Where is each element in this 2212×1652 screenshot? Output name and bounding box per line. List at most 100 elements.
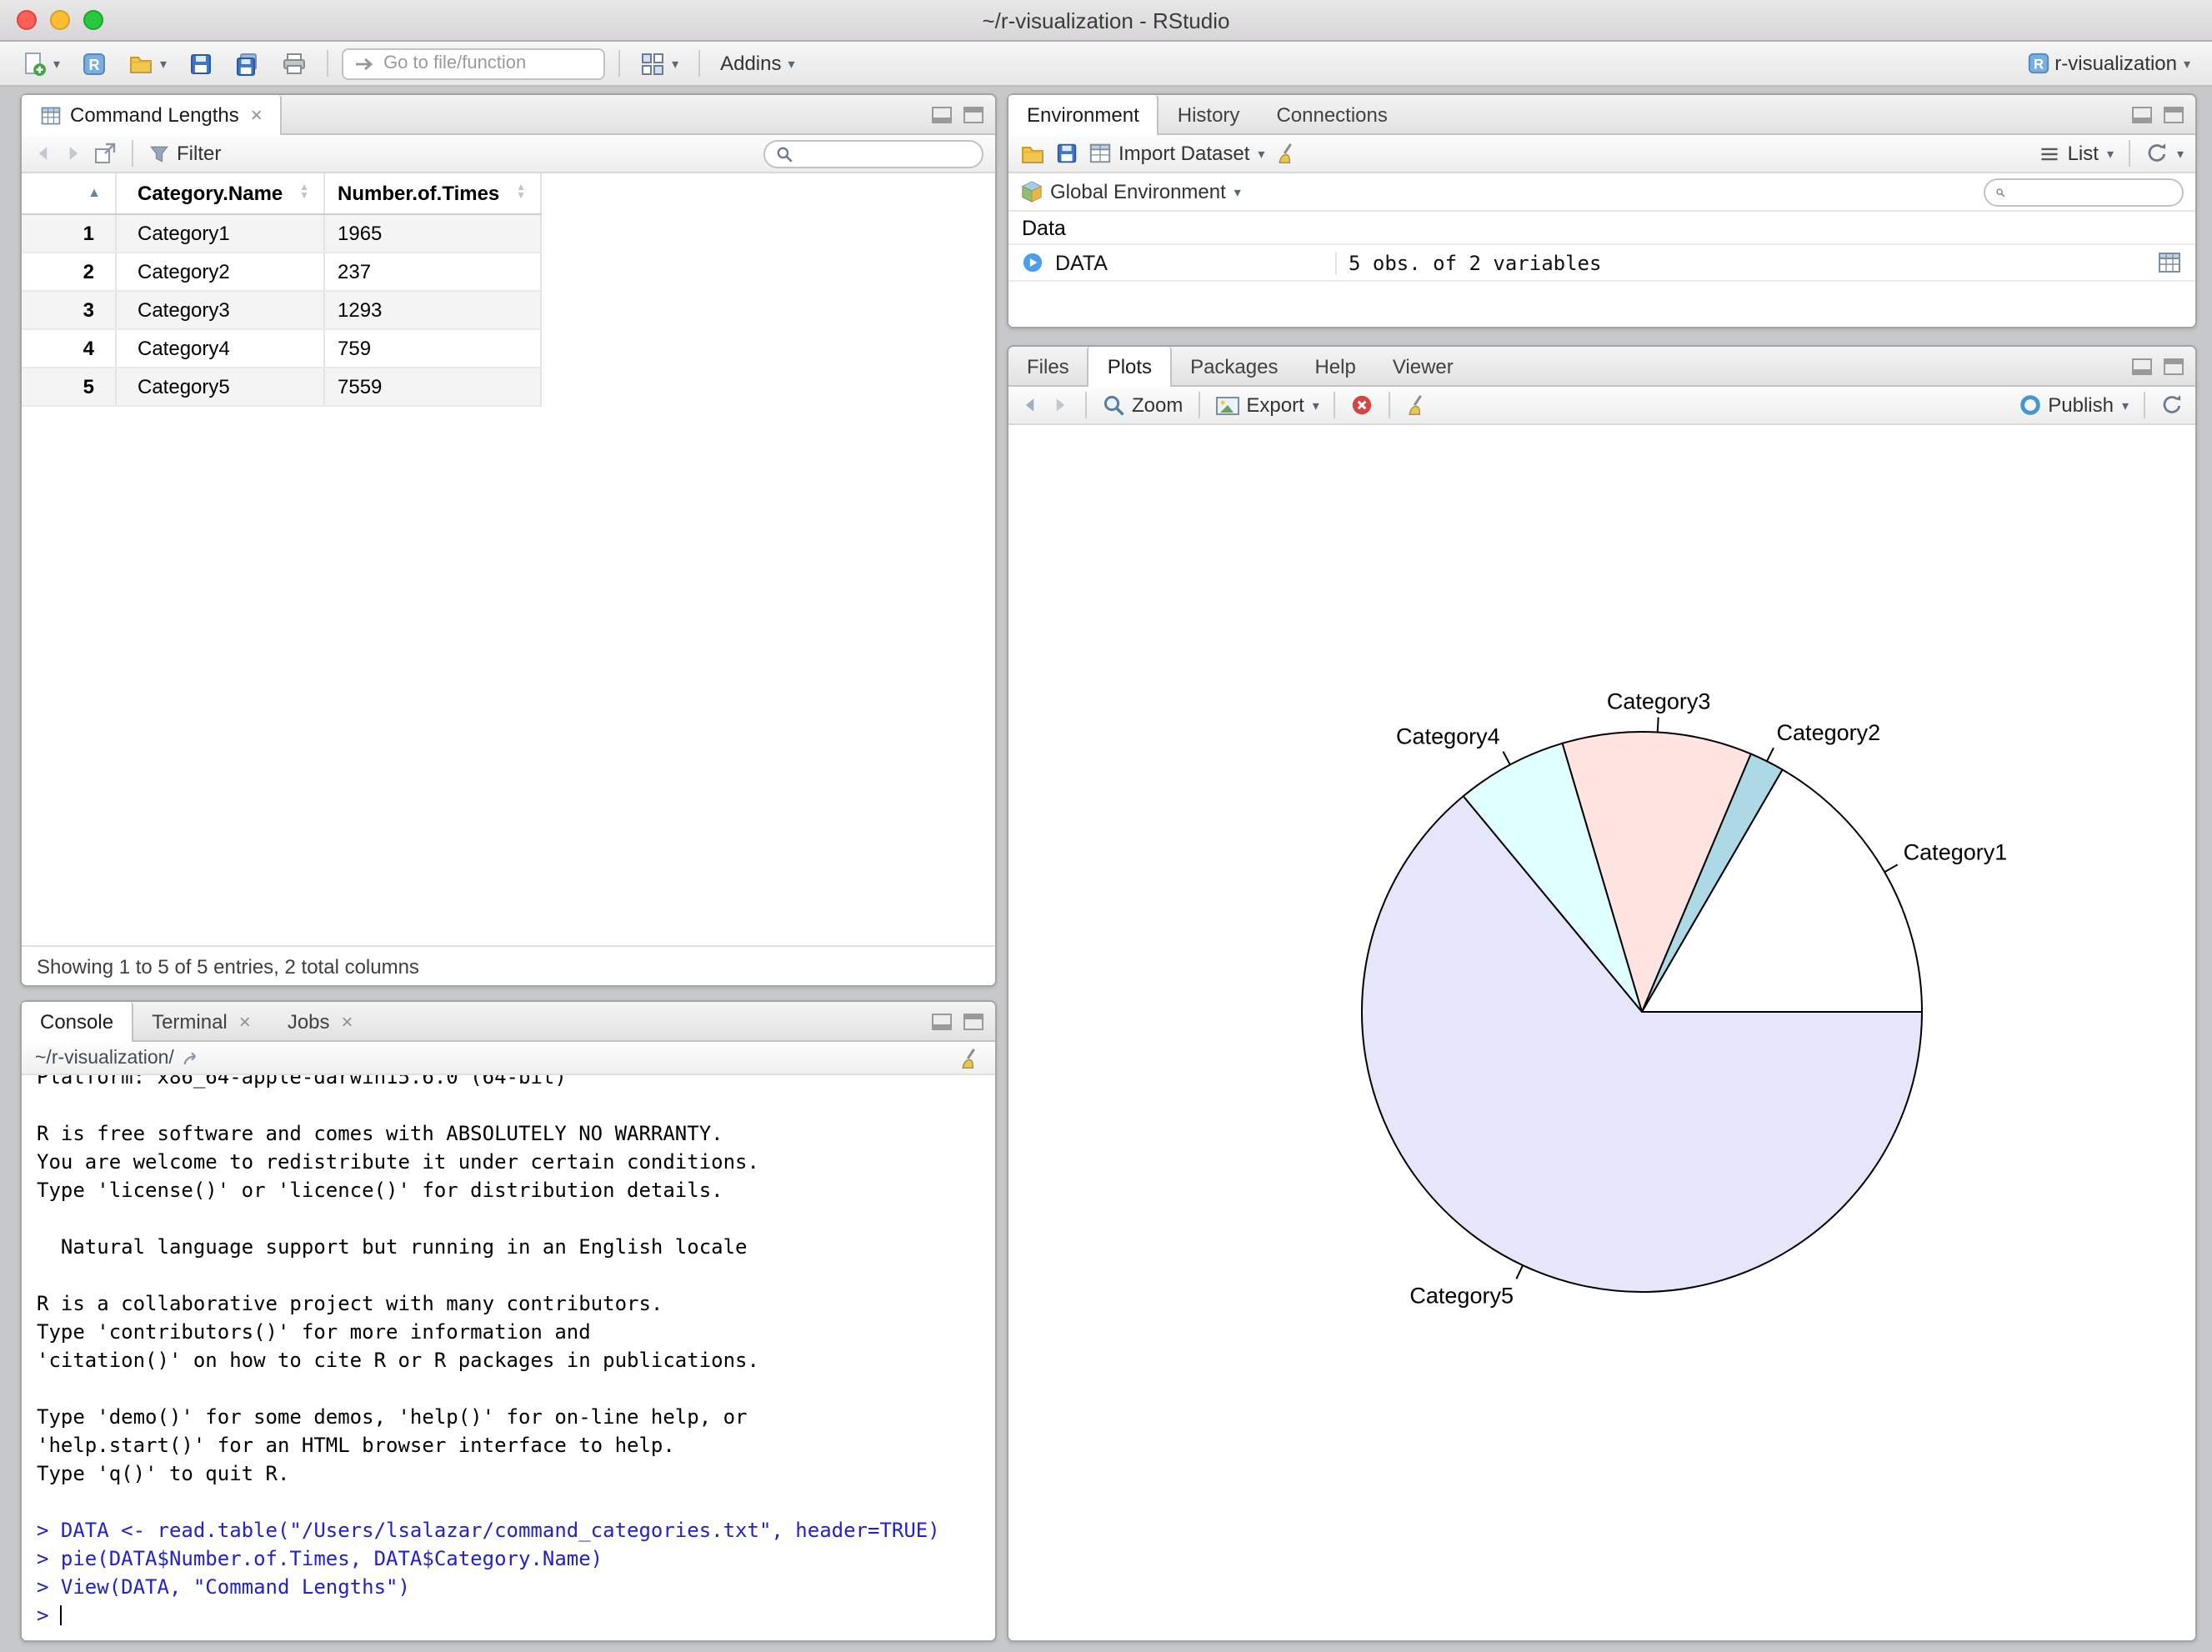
clear-console-button[interactable] [958, 1046, 982, 1069]
pie-label: Category5 [1409, 1284, 1514, 1309]
pie-label-tick [1515, 1264, 1524, 1279]
tab-console[interactable]: Console [22, 1002, 134, 1042]
data-viewer-search-input[interactable] [800, 143, 960, 163]
close-tab-icon[interactable]: × [342, 1011, 353, 1031]
cell-category-name: Category5 [115, 367, 324, 406]
console-tabbar: Console Terminal × Jobs × [22, 1002, 995, 1042]
tab-title: Terminal [152, 1009, 228, 1033]
chevron-down-icon: ▾ [672, 56, 679, 71]
console-output-line: Platform: x86_64-apple-darwin15.6.0 (64-… [37, 1075, 567, 1089]
chevron-down-icon: ▾ [1234, 184, 1241, 199]
tab-environment[interactable]: Environment [1008, 95, 1159, 135]
minimize-pane-button[interactable] [932, 1014, 952, 1030]
pie-label-tick [1884, 864, 1899, 874]
save-all-button[interactable] [228, 48, 267, 79]
tab-jobs[interactable]: Jobs × [269, 1002, 372, 1040]
tab-title: Connections [1276, 103, 1388, 126]
tab-title: Console [40, 1010, 114, 1034]
tab-title: Environment [1027, 103, 1139, 127]
column-header-number-of-times[interactable]: Number.of.Times ▲ ▼ [323, 173, 541, 214]
scope-selector[interactable]: Global Environment ▾ [1020, 180, 1241, 203]
console-prompt-line[interactable]: > [37, 1602, 995, 1630]
goto-file-input[interactable] [383, 53, 584, 73]
addins-label: Addins [720, 52, 782, 75]
open-file-button[interactable]: ▾ [122, 48, 173, 79]
next-plot-button[interactable] [1050, 395, 1070, 415]
import-dataset-button[interactable]: Import Dataset ▾ [1088, 142, 1264, 165]
window-title: ~/r-visualization - RStudio [982, 8, 1230, 33]
import-dataset-icon [1089, 143, 1111, 163]
toolbar-separator [2128, 140, 2130, 167]
publish-button[interactable]: Publish ▾ [2018, 393, 2129, 417]
clear-all-plots-button[interactable] [1406, 393, 1429, 417]
minimize-pane-button[interactable] [932, 107, 952, 123]
tab-help[interactable]: Help [1296, 347, 1374, 385]
data-grid-icon [41, 106, 61, 124]
environment-search-input[interactable] [2012, 182, 2172, 202]
chevron-down-icon: ▾ [2183, 56, 2190, 71]
environment-section-header: Data [1008, 212, 2195, 243]
tab-viewer[interactable]: Viewer [1374, 347, 1472, 385]
filter-button[interactable]: Filter [148, 142, 221, 165]
chevron-down-icon: ▾ [2106, 146, 2114, 161]
environment-object-row[interactable]: DATA 5 obs. of 2 variables [1008, 243, 2195, 282]
open-in-new-window-button[interactable] [93, 142, 117, 165]
toolbar-separator [132, 140, 133, 167]
nav-back-button[interactable] [33, 143, 53, 163]
goto-file-search[interactable] [342, 48, 606, 79]
column-header-rownum[interactable]: ▲ [22, 173, 116, 214]
table-row: 4 Category4 759 [22, 328, 541, 368]
refresh-environment-button[interactable]: ▾ [2145, 142, 2184, 165]
tab-plots[interactable]: Plots [1087, 347, 1173, 387]
list-view-button[interactable]: List ▾ [2039, 142, 2114, 165]
maximize-pane-button[interactable] [2164, 358, 2184, 375]
window-controls [17, 0, 103, 40]
pie-label: Category1 [1904, 839, 2008, 864]
goto-directory-icon[interactable] [183, 1048, 203, 1068]
object-name: DATA [1055, 251, 1108, 274]
nav-forward-button[interactable] [63, 143, 83, 163]
expand-object-icon[interactable] [1022, 252, 1043, 273]
tab-connections[interactable]: Connections [1258, 95, 1405, 133]
remove-plot-button[interactable] [1351, 393, 1374, 417]
clear-environment-button[interactable] [1274, 142, 1298, 165]
tab-command-lengths[interactable]: Command Lengths × [22, 95, 283, 135]
print-button[interactable] [275, 48, 313, 79]
tab-packages[interactable]: Packages [1172, 347, 1296, 385]
save-workspace-button[interactable] [1055, 142, 1078, 165]
new-project-button[interactable]: R [75, 48, 113, 79]
tab-terminal[interactable]: Terminal × [133, 1002, 269, 1040]
data-viewer-search[interactable] [763, 139, 983, 168]
console-output-line: Type 'contributors()' for more informati… [37, 1320, 591, 1344]
console-body[interactable]: Platform: x86_64-apple-darwin15.6.0 (64-… [22, 1075, 995, 1640]
toolbar-separator [1389, 392, 1391, 418]
maximize-pane-button[interactable] [2164, 107, 2184, 123]
project-menu-button[interactable]: R r-visualization ▾ [2019, 48, 2197, 78]
save-button[interactable] [182, 48, 220, 79]
load-workspace-button[interactable] [1020, 141, 1045, 166]
minimize-pane-button[interactable] [2132, 358, 2152, 375]
export-button[interactable]: Export ▾ [1214, 393, 1319, 417]
tab-history[interactable]: History [1159, 95, 1259, 133]
previous-plot-button[interactable] [1020, 395, 1040, 415]
console-output-line: R is a collaborative project with many c… [37, 1292, 663, 1315]
fullscreen-window-button[interactable] [83, 10, 103, 30]
close-tab-icon[interactable]: × [239, 1011, 251, 1031]
environment-search[interactable] [1984, 178, 2184, 206]
view-data-icon[interactable] [2157, 250, 2182, 275]
addins-button[interactable]: Addins ▾ [713, 48, 801, 78]
maximize-pane-button[interactable] [963, 1014, 983, 1030]
close-window-button[interactable] [17, 10, 37, 30]
zoom-button[interactable]: Zoom [1102, 393, 1183, 417]
close-tab-icon[interactable]: × [251, 105, 263, 125]
new-file-button[interactable]: ▾ [15, 48, 67, 79]
minimize-pane-button[interactable] [2132, 107, 2152, 123]
broom-icon [1278, 143, 1292, 163]
refresh-plot-button[interactable] [2160, 393, 2184, 417]
pane-layout-button[interactable]: ▾ [633, 48, 685, 79]
minimize-window-button[interactable] [50, 10, 70, 30]
column-header-category-name[interactable]: Category.Name ▲ ▼ [115, 173, 324, 214]
maximize-pane-button[interactable] [963, 107, 983, 123]
tab-files[interactable]: Files [1008, 347, 1088, 385]
